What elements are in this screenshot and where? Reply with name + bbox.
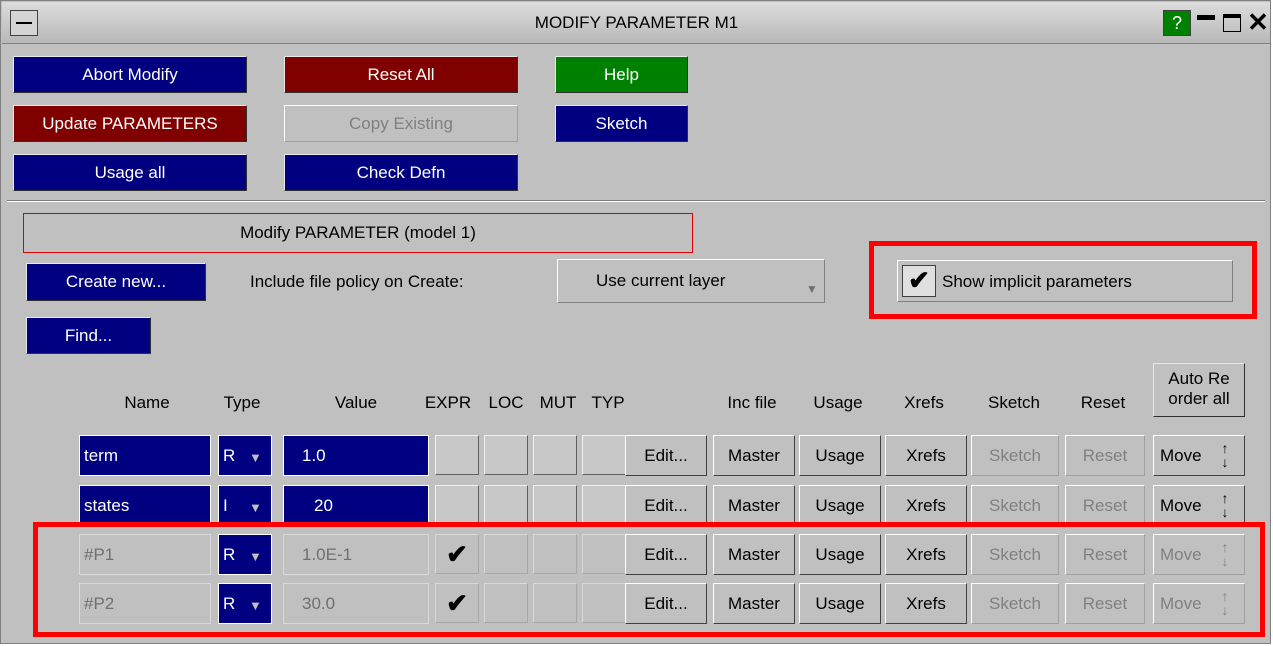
help-button[interactable]: Help: [555, 56, 688, 93]
header-mut: MUT: [539, 393, 577, 412]
usage-button[interactable]: Usage: [799, 485, 881, 526]
move-label: Move: [1160, 446, 1202, 465]
dropdown-arrow-icon: ▼: [249, 450, 262, 465]
section-title: Modify PARAMETER (model 1): [240, 223, 476, 242]
section-title-box: Modify PARAMETER (model 1): [23, 213, 693, 253]
header-xrefs: Xrefs: [904, 393, 944, 412]
header-usage: Usage: [813, 393, 863, 412]
move-label: Move: [1160, 496, 1202, 515]
header-reset: Reset: [1080, 393, 1126, 412]
reset-button[interactable]: Reset: [1065, 435, 1145, 476]
header-name: Name: [124, 393, 170, 412]
param-type-value: I: [223, 496, 228, 515]
flag-mut-checkbox[interactable]: [533, 435, 577, 475]
usage-button[interactable]: Usage: [799, 435, 881, 476]
copy-existing-button[interactable]: Copy Existing: [284, 105, 518, 142]
param-type-dropdown[interactable]: I ▼: [218, 485, 272, 526]
header-typ: TYP: [591, 393, 625, 412]
flag-typ-checkbox[interactable]: [582, 435, 626, 475]
move-button[interactable]: Move ↑ ↓: [1153, 435, 1245, 476]
flag-expr-checkbox[interactable]: [435, 485, 479, 525]
sketch-button[interactable]: Sketch: [971, 485, 1059, 526]
include-file-policy-label: Include file policy on Create:: [250, 272, 464, 291]
dropdown-arrow-icon: ▼: [806, 282, 818, 296]
header-sketch: Sketch: [988, 393, 1040, 412]
param-type-dropdown[interactable]: R ▼: [218, 435, 272, 476]
inc-file-button[interactable]: Master: [713, 435, 795, 476]
find-button[interactable]: Find...: [26, 317, 151, 354]
sketch-button[interactable]: Sketch: [971, 435, 1059, 476]
dropdown-arrow-icon: ▼: [249, 500, 262, 515]
flag-mut-checkbox[interactable]: [533, 485, 577, 525]
sketch-button[interactable]: Sketch: [555, 105, 688, 142]
checkmark-icon: ✔: [908, 265, 930, 295]
flag-loc-checkbox[interactable]: [484, 485, 528, 525]
param-value-field[interactable]: 20: [283, 485, 429, 526]
header-value: Value: [334, 393, 378, 412]
update-parameters-button[interactable]: Update PARAMETERS: [13, 105, 247, 142]
auto-reorder-line2: order all: [1168, 389, 1230, 408]
header-inc-file: Inc file: [727, 393, 777, 412]
auto-reorder-line1: Auto Re: [1168, 369, 1230, 388]
auto-reorder-all-button[interactable]: Auto Re order all: [1153, 363, 1245, 417]
usage-all-button[interactable]: Usage all: [13, 154, 247, 191]
header-type: Type: [223, 393, 261, 412]
help-icon[interactable]: ?: [1163, 10, 1191, 36]
minimize-icon[interactable]: [1194, 10, 1218, 36]
window-title: MODIFY PARAMETER M1: [534, 13, 739, 32]
edit-button[interactable]: Edit...: [625, 485, 707, 526]
show-implicit-checkbox[interactable]: ✔: [902, 265, 936, 297]
show-implicit-label: Show implicit parameters: [942, 272, 1132, 291]
restore-icon[interactable]: [1220, 10, 1244, 36]
close-icon[interactable]: ✕: [1246, 9, 1270, 36]
abort-modify-button[interactable]: Abort Modify: [13, 56, 247, 93]
check-defn-button[interactable]: Check Defn: [284, 154, 518, 191]
up-down-arrows-icon: ↑ ↓: [1221, 440, 1229, 470]
header-expr: EXPR: [424, 393, 472, 412]
toolbar-divider: [7, 200, 1265, 202]
xrefs-button[interactable]: Xrefs: [885, 435, 967, 476]
highlight-implicit-rows: [33, 522, 1265, 637]
flag-loc-checkbox[interactable]: [484, 435, 528, 475]
flag-typ-checkbox[interactable]: [582, 485, 626, 525]
reset-all-button[interactable]: Reset All: [284, 56, 518, 93]
param-name-field[interactable]: states: [79, 485, 211, 526]
inc-file-button[interactable]: Master: [713, 485, 795, 526]
flag-expr-checkbox[interactable]: [435, 435, 479, 475]
title-bar[interactable]: MODIFY PARAMETER M1 ? ✕: [2, 2, 1270, 44]
edit-button[interactable]: Edit...: [625, 435, 707, 476]
include-policy-dropdown[interactable]: Use current layer ▼: [557, 259, 825, 303]
param-type-value: R: [223, 446, 236, 465]
xrefs-button[interactable]: Xrefs: [885, 485, 967, 526]
reset-button[interactable]: Reset: [1065, 485, 1145, 526]
move-button[interactable]: Move ↑ ↓: [1153, 485, 1245, 526]
show-implicit-toggle[interactable]: ✔ Show implicit parameters: [897, 260, 1233, 302]
up-down-arrows-icon: ↑ ↓: [1221, 490, 1229, 520]
modify-parameter-window: MODIFY PARAMETER M1 ? ✕ Abort Modify Res…: [0, 0, 1271, 644]
header-loc: LOC: [488, 393, 524, 412]
include-policy-value: Use current layer: [596, 271, 726, 290]
system-menu-icon[interactable]: [10, 10, 38, 36]
create-new-button[interactable]: Create new...: [26, 263, 206, 301]
param-name-field[interactable]: term: [79, 435, 211, 476]
param-value-field[interactable]: 1.0: [283, 435, 429, 476]
